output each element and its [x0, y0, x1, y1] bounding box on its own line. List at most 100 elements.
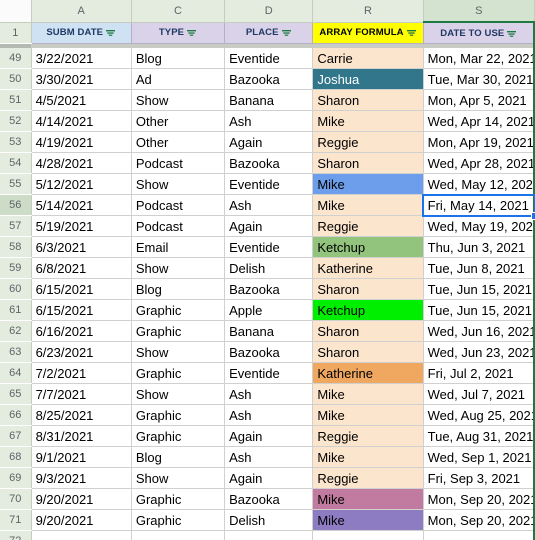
row-header-65[interactable]: 65 [0, 383, 32, 405]
column-header-C[interactable]: C [131, 0, 226, 23]
cell-D57[interactable]: Again [224, 215, 314, 237]
cell-C69[interactable]: Show [131, 467, 226, 489]
cell-C49[interactable]: Blog [131, 48, 226, 69]
cell-A68[interactable]: 9/1/2021 [31, 446, 132, 468]
cell-C70[interactable]: Graphic [131, 488, 226, 510]
row-header-1[interactable]: 1 [0, 22, 32, 44]
row-header-54[interactable]: 54 [0, 152, 32, 174]
cell-A49[interactable]: 3/22/2021 [31, 48, 132, 69]
spreadsheet-grid[interactable]: ACDRS 1 SUBM DATE TYPE PLACE ARRAY FORMULA DA… [0, 0, 535, 540]
cell-R68[interactable]: Mike [312, 446, 424, 468]
cell-D69[interactable]: Again [224, 467, 314, 489]
cell-A66[interactable]: 8/25/2021 [31, 404, 132, 426]
cell-A56[interactable]: 5/14/2021 [31, 194, 132, 216]
cell-D54[interactable]: Bazooka [224, 152, 314, 174]
cell-S70[interactable]: Mon, Sep 20, 2021 [423, 488, 535, 510]
cell-R63[interactable]: Sharon [312, 341, 424, 363]
cell-C65[interactable]: Show [131, 383, 226, 405]
cell-S61[interactable]: Tue, Jun 15, 2021 [423, 299, 535, 321]
cell-S64[interactable]: Fri, Jul 2, 2021 [423, 362, 535, 384]
row-header-49[interactable]: 49 [0, 48, 32, 69]
cell-D59[interactable]: Delish [224, 257, 314, 279]
cell-D66[interactable]: Ash [224, 404, 314, 426]
cell-R53[interactable]: Reggie [312, 131, 424, 153]
row-header-72[interactable]: 72 [0, 530, 32, 540]
cell-A72[interactable] [31, 530, 132, 540]
cell-D58[interactable]: Eventide [224, 236, 314, 258]
row-header-62[interactable]: 62 [0, 320, 32, 342]
cell-D63[interactable]: Bazooka [224, 341, 314, 363]
cell-A57[interactable]: 5/19/2021 [31, 215, 132, 237]
cell-D72[interactable] [224, 530, 314, 540]
cell-S56[interactable]: Fri, May 14, 2021 [423, 194, 535, 216]
cell-R49[interactable]: Carrie [312, 48, 424, 69]
cell-A53[interactable]: 4/19/2021 [31, 131, 132, 153]
cell-C57[interactable]: Podcast [131, 215, 226, 237]
cell-R57[interactable]: Reggie [312, 215, 424, 237]
cell-C71[interactable]: Graphic [131, 509, 226, 531]
cell-A58[interactable]: 6/3/2021 [31, 236, 132, 258]
cell-S62[interactable]: Wed, Jun 16, 2021 [423, 320, 535, 342]
cell-R70[interactable]: Mike [312, 488, 424, 510]
cell-C63[interactable]: Show [131, 341, 226, 363]
cell-D61[interactable]: Apple [224, 299, 314, 321]
cell-S68[interactable]: Wed, Sep 1, 2021 [423, 446, 535, 468]
cell-C59[interactable]: Show [131, 257, 226, 279]
cell-S54[interactable]: Wed, Apr 28, 2021 [423, 152, 535, 174]
cell-C62[interactable]: Graphic [131, 320, 226, 342]
cell-A61[interactable]: 6/15/2021 [31, 299, 132, 321]
cell-R59[interactable]: Katherine [312, 257, 424, 279]
cell-R65[interactable]: Mike [312, 383, 424, 405]
cell-R55[interactable]: Mike [312, 173, 424, 195]
row-header-51[interactable]: 51 [0, 89, 32, 111]
cell-C53[interactable]: Other [131, 131, 226, 153]
cell-R67[interactable]: Reggie [312, 425, 424, 447]
cell-A60[interactable]: 6/15/2021 [31, 278, 132, 300]
cell-D71[interactable]: Delish [224, 509, 314, 531]
filter-header-S[interactable]: DATE TO USE [423, 22, 535, 44]
row-header-50[interactable]: 50 [0, 68, 32, 90]
cell-D53[interactable]: Again [224, 131, 314, 153]
cell-A64[interactable]: 7/2/2021 [31, 362, 132, 384]
row-header-56[interactable]: 56 [0, 194, 32, 216]
cell-A63[interactable]: 6/23/2021 [31, 341, 132, 363]
row-header-68[interactable]: 68 [0, 446, 32, 468]
cell-A69[interactable]: 9/3/2021 [31, 467, 132, 489]
cell-D51[interactable]: Banana [224, 89, 314, 111]
cell-C60[interactable]: Blog [131, 278, 226, 300]
filter-icon[interactable] [186, 27, 197, 38]
row-header-53[interactable]: 53 [0, 131, 32, 153]
cell-D62[interactable]: Banana [224, 320, 314, 342]
cell-A62[interactable]: 6/16/2021 [31, 320, 132, 342]
row-header-64[interactable]: 64 [0, 362, 32, 384]
cell-D65[interactable]: Ash [224, 383, 314, 405]
cell-S57[interactable]: Wed, May 19, 2021 [423, 215, 535, 237]
filter-icon[interactable] [105, 27, 116, 38]
row-header-52[interactable]: 52 [0, 110, 32, 132]
cell-A52[interactable]: 4/14/2021 [31, 110, 132, 132]
row-header-57[interactable]: 57 [0, 215, 32, 237]
cell-R72[interactable] [312, 530, 424, 540]
filter-header-D[interactable]: PLACE [224, 22, 314, 44]
cell-D68[interactable]: Ash [224, 446, 314, 468]
cell-A51[interactable]: 4/5/2021 [31, 89, 132, 111]
select-all-corner[interactable] [0, 0, 32, 23]
cell-S49[interactable]: Mon, Mar 22, 2021 [423, 48, 535, 69]
cell-C52[interactable]: Other [131, 110, 226, 132]
cell-D55[interactable]: Eventide [224, 173, 314, 195]
cell-D52[interactable]: Ash [224, 110, 314, 132]
cell-R54[interactable]: Sharon [312, 152, 424, 174]
cell-D50[interactable]: Bazooka [224, 68, 314, 90]
cell-A50[interactable]: 3/30/2021 [31, 68, 132, 90]
cell-S53[interactable]: Mon, Apr 19, 2021 [423, 131, 535, 153]
row-header-58[interactable]: 58 [0, 236, 32, 258]
cell-R61[interactable]: Ketchup [312, 299, 424, 321]
cell-A67[interactable]: 8/31/2021 [31, 425, 132, 447]
row-header-59[interactable]: 59 [0, 257, 32, 279]
cell-S72[interactable] [423, 530, 535, 540]
row-header-67[interactable]: 67 [0, 425, 32, 447]
filter-header-C[interactable]: TYPE [131, 22, 226, 44]
cell-S51[interactable]: Mon, Apr 5, 2021 [423, 89, 535, 111]
filter-icon[interactable] [506, 28, 517, 39]
cell-R62[interactable]: Sharon [312, 320, 424, 342]
